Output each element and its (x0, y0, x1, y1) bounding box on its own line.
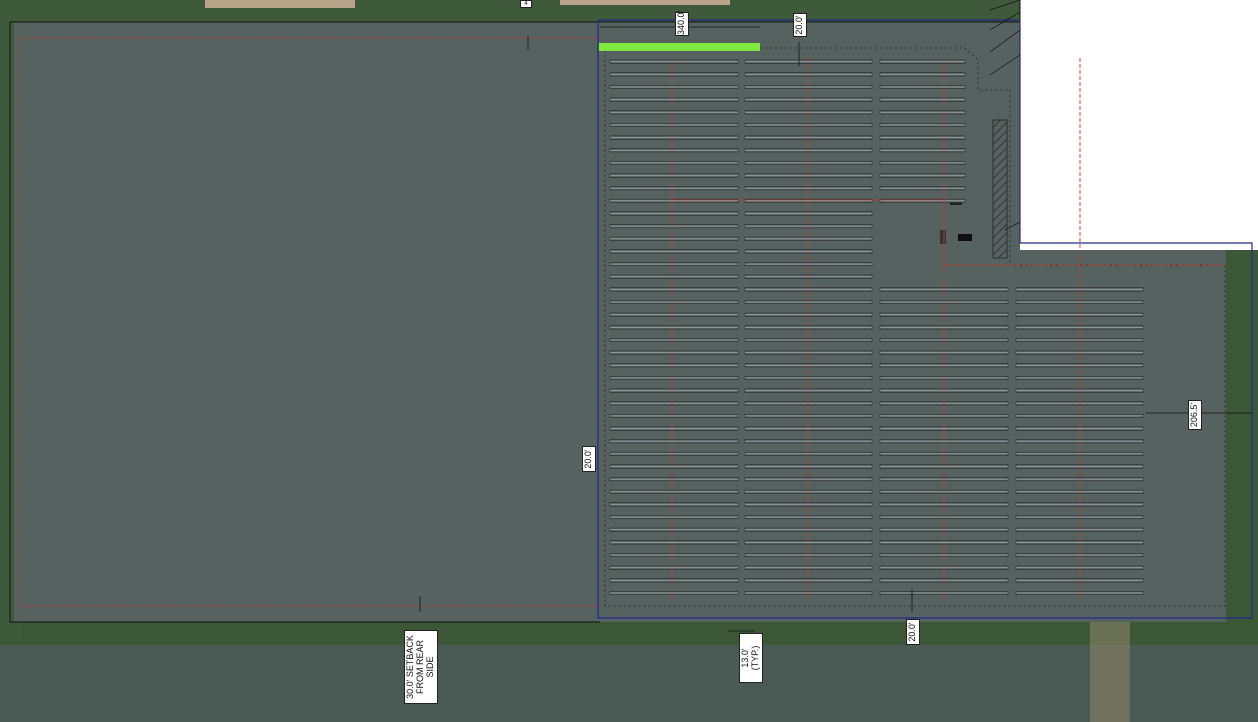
dim-top-cut: 4 (520, 0, 532, 8)
dim-left-gap: 20.0' (582, 446, 596, 472)
setback-line1: 30.0' SETBACK (405, 635, 415, 699)
road-2 (560, 0, 730, 5)
cutout-area (1020, 0, 1258, 250)
row-spacing-line2: (TYP.) (750, 645, 760, 671)
setback-line3: SIDE (425, 656, 435, 678)
dim-row-spacing: 13.0' (TYP.) (739, 633, 763, 683)
dim-top-gap: 20.0' (793, 13, 807, 37)
highlight-bar (599, 43, 760, 51)
transformer (940, 230, 946, 244)
setback-line2: FROM REAR (415, 640, 425, 694)
dim-right-side: 206.5' (1188, 400, 1202, 430)
row-spacing-line1: 13.0' (740, 648, 750, 668)
road (205, 0, 355, 8)
dim-bottom-gap: 20.0' (906, 619, 920, 645)
dim-top-width: 340.0' (675, 11, 689, 36)
equipment-pad (992, 119, 1008, 259)
dim-setback: 30.0' SETBACK FROM REAR SIDE (404, 630, 438, 704)
dirt-path (1090, 610, 1130, 722)
inverter (958, 234, 972, 241)
tree-band-right (1225, 250, 1258, 650)
lower-field (0, 645, 1258, 722)
site-plan (0, 0, 1258, 722)
